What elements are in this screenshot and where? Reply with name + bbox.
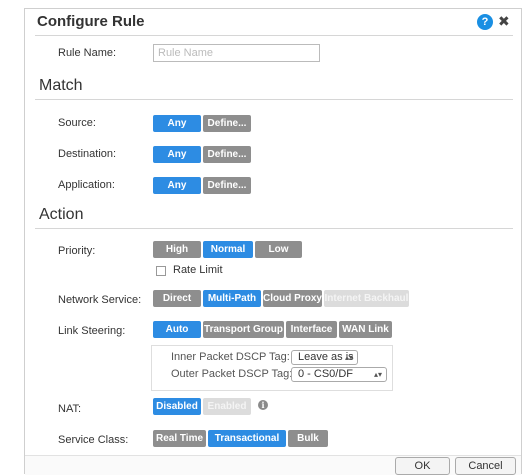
network-service-internet-backhaul-button: Internet Backhaul: [324, 290, 409, 307]
action-heading: Action: [39, 206, 84, 223]
link-steering-wan-link-button[interactable]: WAN Link: [339, 321, 392, 338]
source-label: Source:: [58, 117, 96, 129]
rule-name-label: Rule Name:: [58, 47, 117, 59]
configure-rule-dialog: Configure Rule ? ✖ Rule Name: Match Sour…: [24, 8, 522, 475]
link-steering-label: Link Steering:: [58, 325, 126, 337]
inner-dscp-select[interactable]: Leave as is ▴▾: [291, 350, 358, 365]
destination-any-button[interactable]: Any: [153, 146, 201, 163]
outer-dscp-label: Outer Packet DSCP Tag:: [171, 368, 293, 380]
service-class-transactional-button[interactable]: Transactional: [208, 430, 286, 447]
source-define-button[interactable]: Define...: [203, 115, 251, 132]
rate-limit-label: Rate Limit: [173, 264, 223, 276]
network-service-label: Network Service:: [58, 294, 142, 306]
cancel-button[interactable]: Cancel: [455, 457, 516, 475]
updown-chevron-icon: ▴▾: [373, 370, 382, 379]
application-define-button[interactable]: Define...: [203, 177, 251, 194]
link-steering-interface-button[interactable]: Interface: [286, 321, 337, 338]
application-any-button[interactable]: Any: [153, 177, 201, 194]
priority-normal-button[interactable]: Normal: [203, 241, 253, 258]
service-class-bulk-button[interactable]: Bulk: [288, 430, 328, 447]
priority-high-button[interactable]: High: [153, 241, 201, 258]
network-service-multipath-button[interactable]: Multi-Path: [203, 290, 261, 307]
updown-chevron-icon: ▴▾: [344, 353, 353, 362]
priority-label: Priority:: [58, 245, 96, 257]
nat-enabled-button: Enabled: [203, 398, 251, 415]
application-label: Application:: [58, 179, 115, 191]
rate-limit-checkbox[interactable]: [156, 266, 166, 276]
inner-dscp-label: Inner Packet DSCP Tag:: [171, 351, 290, 363]
match-divider: [35, 99, 513, 100]
info-icon[interactable]: i: [258, 400, 268, 410]
link-steering-transport-group-button[interactable]: Transport Group: [203, 321, 284, 338]
close-icon[interactable]: ✖: [498, 13, 510, 30]
outer-dscp-select[interactable]: 0 - CS0/DF ▴▾: [291, 367, 387, 382]
destination-define-button[interactable]: Define...: [203, 146, 251, 163]
network-service-direct-button[interactable]: Direct: [153, 290, 201, 307]
rule-name-input[interactable]: [153, 44, 320, 62]
nat-label: NAT:: [58, 403, 82, 415]
service-class-label: Service Class:: [58, 434, 129, 446]
match-heading: Match: [39, 77, 83, 94]
source-any-button[interactable]: Any: [153, 115, 201, 132]
service-class-real-time-button[interactable]: Real Time: [153, 430, 206, 447]
action-divider: [35, 228, 513, 229]
help-icon[interactable]: ?: [477, 14, 493, 30]
destination-label: Destination:: [58, 148, 117, 160]
title-divider: [35, 35, 513, 36]
nat-disabled-button[interactable]: Disabled: [153, 398, 201, 415]
outer-dscp-value: 0 - CS0/DF: [298, 368, 354, 380]
dialog-title: Configure Rule: [37, 13, 145, 30]
link-steering-auto-button[interactable]: Auto: [153, 321, 201, 338]
priority-low-button[interactable]: Low: [255, 241, 302, 258]
network-service-cloud-proxy-button[interactable]: Cloud Proxy: [263, 290, 322, 307]
ok-button[interactable]: OK: [395, 457, 450, 475]
